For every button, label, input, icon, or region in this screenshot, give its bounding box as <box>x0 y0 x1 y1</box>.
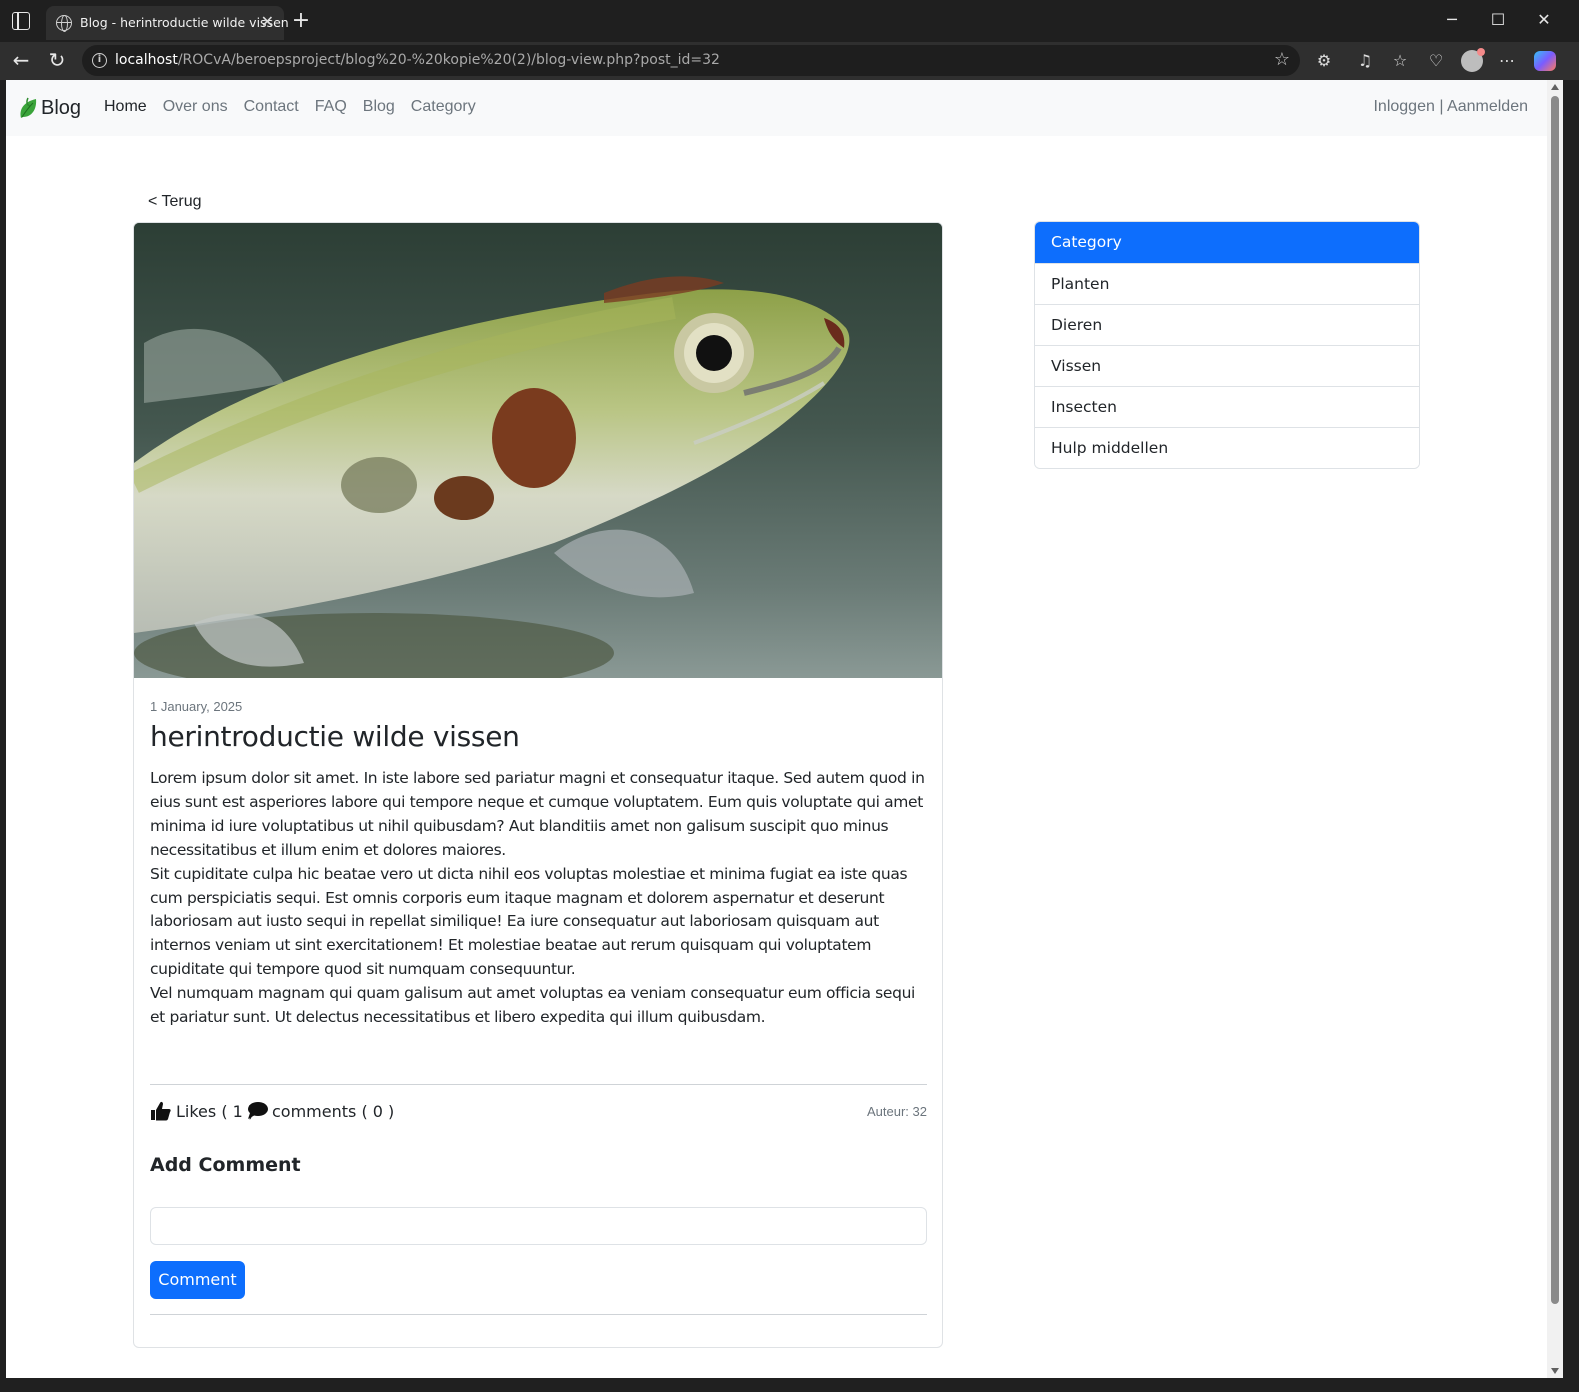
scroll-thumb[interactable] <box>1551 96 1559 1304</box>
thumbs-up-icon <box>151 1101 171 1121</box>
likes-label: Likes ( 1 ) <box>176 1101 255 1121</box>
browser-tab[interactable]: Blog - herintroductie wilde vissen ✕ <box>46 6 289 40</box>
tab-close-icon[interactable]: ✕ <box>261 13 274 31</box>
comment-icon <box>248 1102 268 1119</box>
maximize-icon[interactable]: ☐ <box>1486 8 1510 32</box>
post-paragraph: Sit cupiditate culpa hic beatae vero ut … <box>150 864 908 979</box>
category-item-vissen[interactable]: Vissen <box>1035 345 1419 386</box>
post-title: herintroductie wilde vissen <box>150 720 520 753</box>
reload-icon[interactable]: ↻ <box>44 48 70 72</box>
browser-tab-bar: Blog - herintroductie wilde vissen ✕ + ─… <box>0 0 1579 42</box>
nav-home[interactable]: Home <box>104 98 147 116</box>
comment-submit-button[interactable]: Comment <box>150 1261 245 1299</box>
scroll-down-arrow-icon[interactable] <box>1551 1368 1559 1374</box>
category-item-hulp-middellen[interactable]: Hulp middellen <box>1035 427 1419 468</box>
browser-toolbar: ← ↻ i localhost/ROCvA/beroepsproject/blo… <box>0 42 1579 80</box>
new-tab-icon[interactable]: + <box>290 8 312 34</box>
leaf-logo-icon <box>20 97 37 118</box>
fish-photo <box>134 223 942 678</box>
address-bar[interactable]: i localhost/ROCvA/beroepsproject/blog%20… <box>82 45 1300 76</box>
url-host: localhost <box>115 52 178 68</box>
nav-category[interactable]: Category <box>411 98 476 116</box>
scroll-up-arrow-icon[interactable] <box>1551 84 1559 90</box>
window-close-icon[interactable]: ✕ <box>1532 8 1556 32</box>
url-text[interactable]: localhost/ROCvA/beroepsproject/blog%20-%… <box>115 52 720 68</box>
post-card: 1 January, 2025 herintroductie wilde vis… <box>133 222 943 1348</box>
favorites-icon[interactable]: ☆ <box>1389 50 1411 72</box>
author-label: Auteur: 32 <box>867 1104 927 1119</box>
tab-title: Blog - herintroductie wilde vissen <box>80 15 289 30</box>
more-menu-icon[interactable]: ⋯ <box>1496 50 1518 72</box>
sidebar-toggle-icon[interactable] <box>12 12 30 30</box>
nav-auth: Inloggen | Aanmelden <box>1373 98 1528 116</box>
register-link[interactable]: Aanmelden <box>1447 98 1528 115</box>
category-header[interactable]: Category <box>1035 222 1419 263</box>
category-list: Category Planten Dieren Vissen Insecten … <box>1034 221 1420 469</box>
nav-blog[interactable]: Blog <box>363 98 395 116</box>
nav-contact[interactable]: Contact <box>244 98 299 116</box>
copilot-icon[interactable] <box>1534 51 1556 71</box>
post-meta: Likes ( 1 ) comments ( 0 ) Auteur: 32 <box>150 1100 927 1126</box>
read-aloud-icon[interactable]: ♫ <box>1354 50 1376 72</box>
nav-faq[interactable]: FAQ <box>315 98 347 116</box>
divider <box>150 1084 927 1085</box>
brand-link[interactable]: Blog <box>18 96 81 120</box>
comment-input[interactable] <box>150 1207 927 1245</box>
post-image <box>134 223 942 678</box>
brand-text: Blog <box>41 96 82 119</box>
auth-separator: | <box>1434 98 1448 115</box>
back-arrow-icon[interactable]: ← <box>8 48 34 72</box>
post-paragraph: Vel numquam magnam qui quam galisum aut … <box>150 984 916 1027</box>
add-comment-heading: Add Comment <box>150 1154 301 1176</box>
post-content: Lorem ipsum dolor sit amet. In iste labo… <box>150 767 927 1030</box>
nav-links: Home Over ons Contact FAQ Blog Category <box>104 98 476 116</box>
category-item-planten[interactable]: Planten <box>1035 263 1419 304</box>
page-viewport: Blog Home Over ons Contact FAQ Blog Cate… <box>6 80 1547 1378</box>
profile-avatar[interactable] <box>1461 48 1485 72</box>
nav-over-ons[interactable]: Over ons <box>163 98 228 116</box>
minimize-icon[interactable]: ─ <box>1440 8 1464 32</box>
post-date: 1 January, 2025 <box>150 699 243 714</box>
browser-essentials-icon[interactable]: ♡ <box>1425 50 1447 72</box>
category-item-dieren[interactable]: Dieren <box>1035 304 1419 345</box>
comments-count: comments ( 0 ) <box>246 1100 394 1122</box>
like-button[interactable]: Likes ( 1 ) <box>150 1100 254 1122</box>
comments-label: comments ( 0 ) <box>272 1101 395 1121</box>
page-scrollbar[interactable] <box>1547 80 1563 1378</box>
divider <box>150 1314 927 1315</box>
site-info-icon[interactable]: i <box>92 53 107 68</box>
site-navbar: Blog Home Over ons Contact FAQ Blog Cate… <box>6 80 1547 136</box>
favorite-star-icon[interactable]: ☆ <box>1274 49 1290 71</box>
category-item-insecten[interactable]: Insecten <box>1035 386 1419 427</box>
post-paragraph: Lorem ipsum dolor sit amet. In iste labo… <box>150 769 925 859</box>
back-link[interactable]: < Terug <box>148 193 202 211</box>
extensions-icon[interactable]: ⚙ <box>1313 50 1335 72</box>
login-link[interactable]: Inloggen <box>1373 98 1434 115</box>
globe-icon <box>56 15 72 32</box>
url-path: /ROCvA/beroepsproject/blog%20-%20kopie%2… <box>177 52 720 68</box>
